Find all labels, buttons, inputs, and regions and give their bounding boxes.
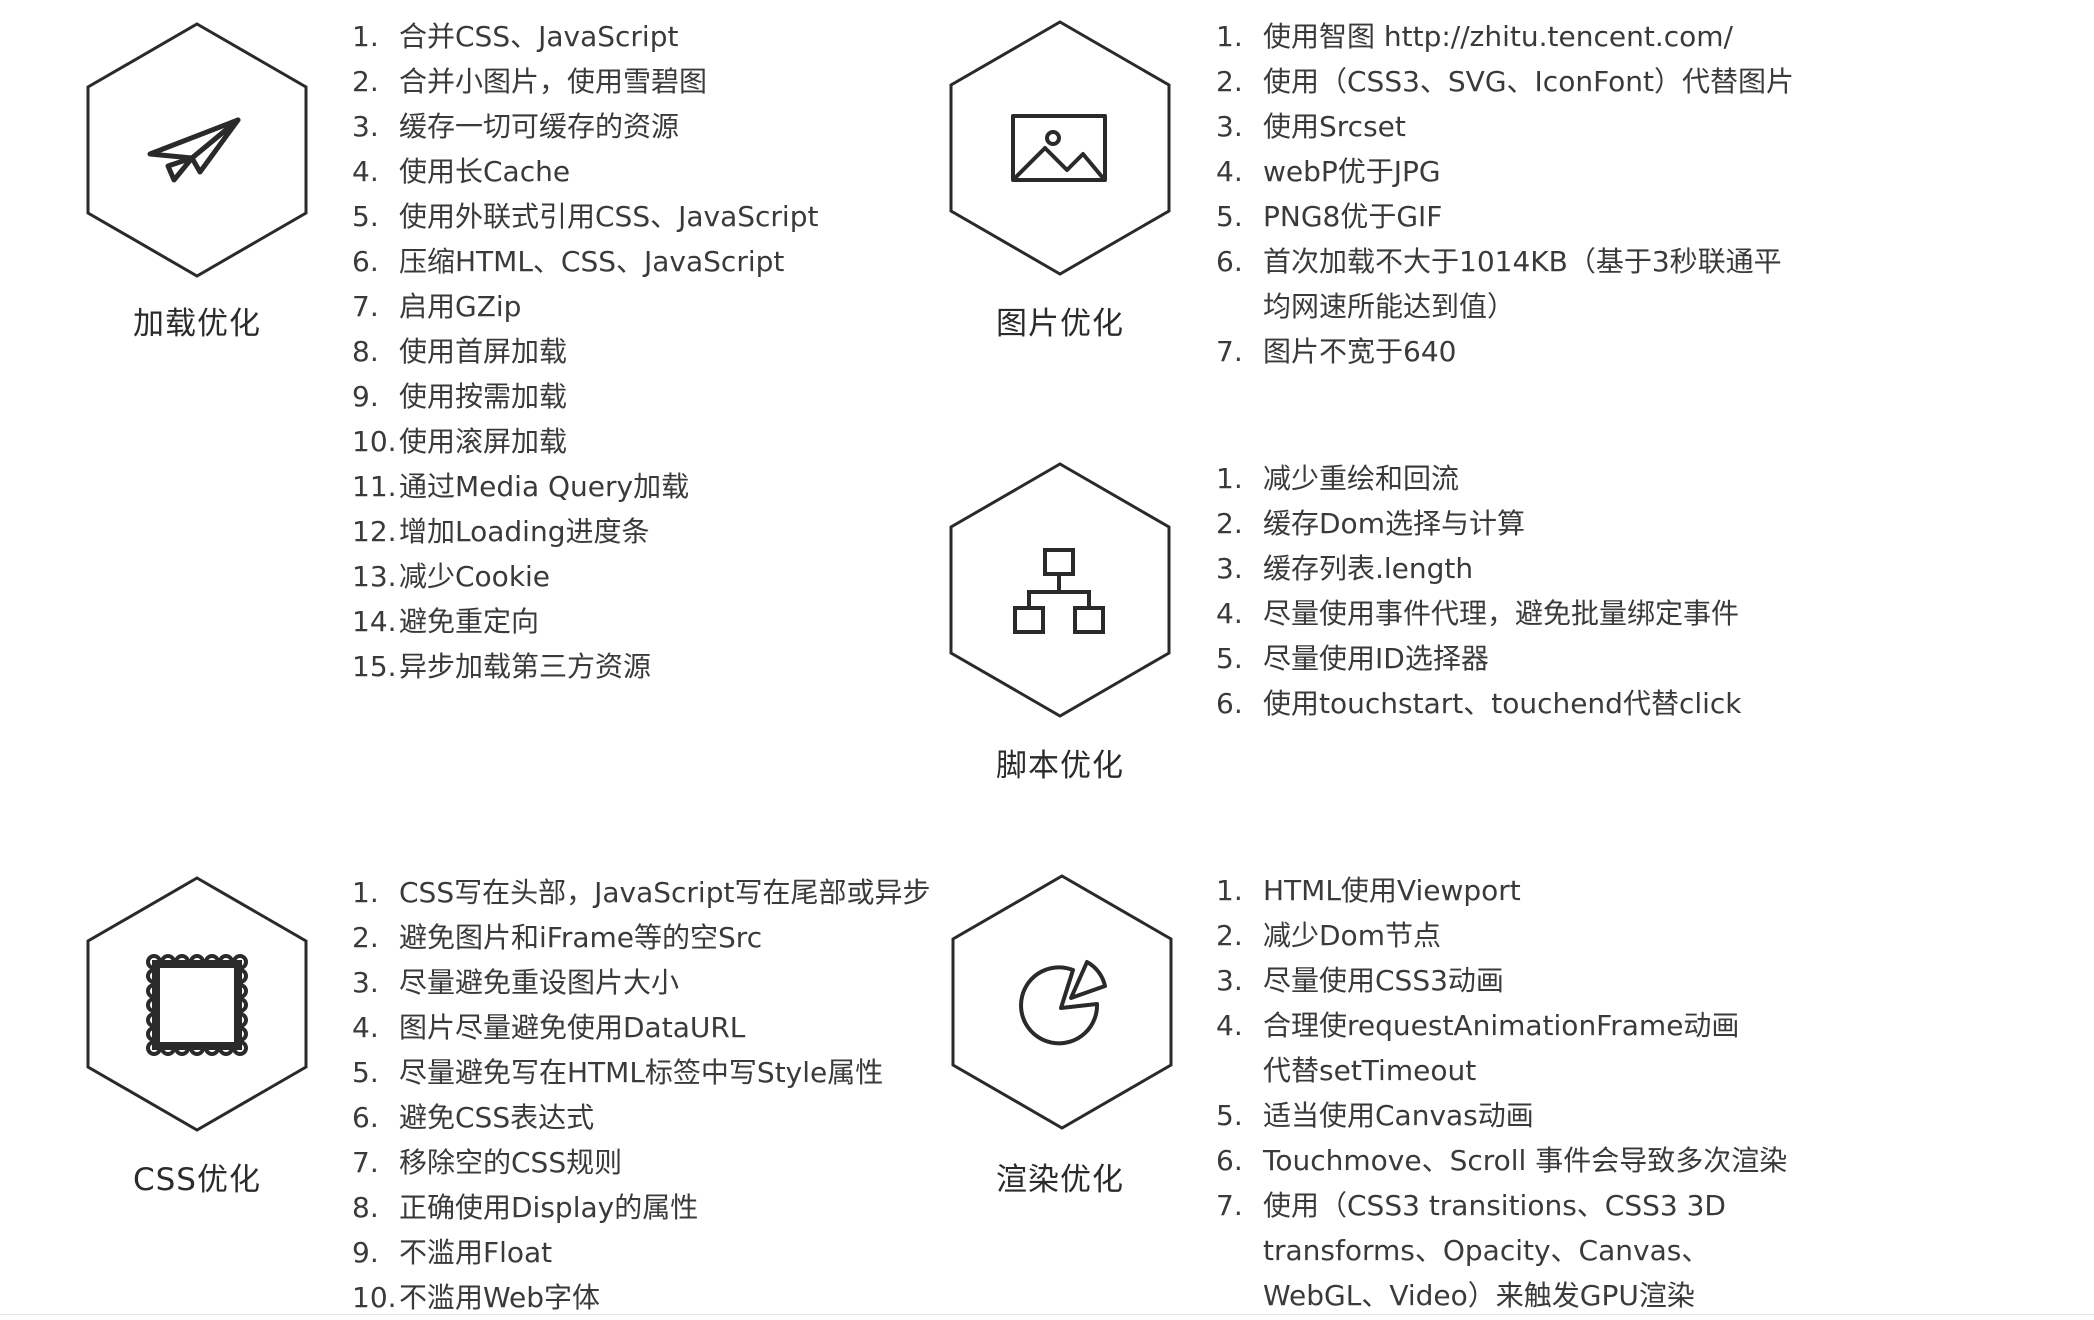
list-item: 1. 合并CSS、JavaScript — [352, 20, 679, 53]
list-item: 2. 减少Dom节点 — [1216, 919, 1441, 952]
image-list: 1. 使用智图 http://zhitu.tencent.com/ 2. 使用（CS… — [1216, 14, 1794, 374]
list-item: 5. 尽量使用ID选择器 — [1216, 642, 1489, 675]
list-item: 5. 尽量避免写在HTML标签中写Style属性 — [352, 1056, 884, 1089]
list-item: 10. 使用滚屏加载 — [352, 425, 568, 458]
list-item: 4. 尽量使用事件代理，避免批量绑定事件 — [1216, 597, 1740, 630]
list-item: 5. 适当使用Canvas动画 — [1216, 1099, 1534, 1132]
hexagon-badge — [82, 22, 312, 282]
list-item: 6. Touchmove、Scroll 事件会导致多次渲染 — [1216, 1144, 1788, 1177]
list-item: 9. 不滥用Float — [352, 1236, 553, 1269]
list-item: 1. 使用智图 http://zhitu.tencent.com/ — [1216, 20, 1733, 53]
list-item: 8. 使用首屏加载 — [352, 335, 568, 368]
list-item: 9. 使用按需加载 — [352, 380, 568, 413]
list-item: 3. 缓存列表.length — [1216, 552, 1474, 585]
css-list: 1. CSS写在头部，JavaScript写在尾部或异步 2. 避免图片和iFram… — [352, 870, 930, 1320]
list-item: 3. 缓存一切可缓存的资源 — [352, 110, 680, 143]
divider — [0, 1314, 2094, 1315]
list-item: 14. 避免重定向 — [352, 605, 540, 638]
section-title: 脚本优化 — [996, 748, 1124, 784]
list-item: 6. 首次加载不大于1014KB（基于3秒联通平均网速所能达到值） — [1216, 245, 1782, 323]
list-item: 7. 启用GZip — [352, 290, 522, 323]
list-item: 7. 使用（CSS3 transitions、CSS3 3D transforms… — [1216, 1189, 1726, 1312]
list-item: 1. CSS写在头部，JavaScript写在尾部或异步 — [352, 876, 931, 909]
list-item: 5. 使用外联式引用CSS、JavaScript — [352, 200, 819, 233]
list-item: 3. 尽量避免重设图片大小 — [352, 966, 680, 999]
list-item: 5. PNG8优于GIF — [1216, 200, 1443, 233]
hexagon-badge — [945, 20, 1175, 280]
list-item: 3. 尽量使用CSS3动画 — [1216, 964, 1504, 997]
list-item: 4. webP优于JPG — [1216, 155, 1441, 188]
list-item: 7. 图片不宽于640 — [1216, 335, 1457, 368]
hexagon-badge — [947, 874, 1177, 1134]
list-item: 2. 合并小图片，使用雪碧图 — [352, 65, 708, 98]
list-item: 15. 异步加载第三方资源 — [352, 650, 652, 683]
section-title: 图片优化 — [996, 306, 1124, 342]
list-item: 13. 减少Cookie — [352, 560, 551, 593]
list-item: 4. 使用长Cache — [352, 155, 571, 188]
list-item: 2. 避免图片和iFrame等的空Src — [352, 921, 763, 954]
pie-chart-icon — [951, 874, 1173, 1130]
list-item: 7. 移除空的CSS规则 — [352, 1146, 623, 1179]
section-title: 渲染优化 — [996, 1162, 1124, 1198]
hexagon-badge — [82, 876, 312, 1136]
list-item: 4. 图片尽量避免使用DataURL — [352, 1011, 746, 1044]
list-item: 3. 使用Srcset — [1216, 110, 1406, 143]
list-item: 6. 使用touchstart、touchend代替click — [1216, 687, 1742, 720]
hexagon-badge — [945, 462, 1175, 722]
list-item: 2. 缓存Dom选择与计算 — [1216, 507, 1525, 540]
sitemap-icon — [949, 462, 1171, 718]
list-item: 6. 压缩HTML、CSS、JavaScript — [352, 245, 785, 278]
stamp-frame-icon — [86, 876, 308, 1132]
list-item: 8. 正确使用Display的属性 — [352, 1191, 699, 1224]
paper-plane-icon — [86, 22, 308, 278]
image-icon — [949, 20, 1171, 276]
list-item: 1. HTML使用Viewport — [1216, 874, 1521, 907]
list-item: 4. 合理使requestAnimationFrame动画代替setTimeout — [1216, 1009, 1740, 1087]
render-list: 1. HTML使用Viewport 2. 减少Dom节点 3. 尽量使用CSS3动画 … — [1216, 868, 1803, 1318]
section-title: CSS优化 — [132, 1162, 261, 1198]
section-title: 加载优化 — [133, 306, 261, 342]
list-item: 1. 减少重绘和回流 — [1216, 462, 1460, 495]
loading-list: 1. 合并CSS、JavaScript 2. 合并小图片，使用雪碧图 3. 缓存一切可… — [352, 14, 818, 689]
list-item: 12. 增加Loading进度条 — [352, 515, 650, 548]
script-list: 1. 减少重绘和回流 2. 缓存Dom选择与计算 3. 缓存列表.length 4. 尽… — [1216, 456, 1742, 726]
list-item: 2. 使用（CSS3、SVG、IconFont）代替图片 — [1216, 65, 1795, 98]
list-item: 11. 通过Media Query加载 — [352, 470, 690, 503]
list-item: 6. 避免CSS表达式 — [352, 1101, 595, 1134]
